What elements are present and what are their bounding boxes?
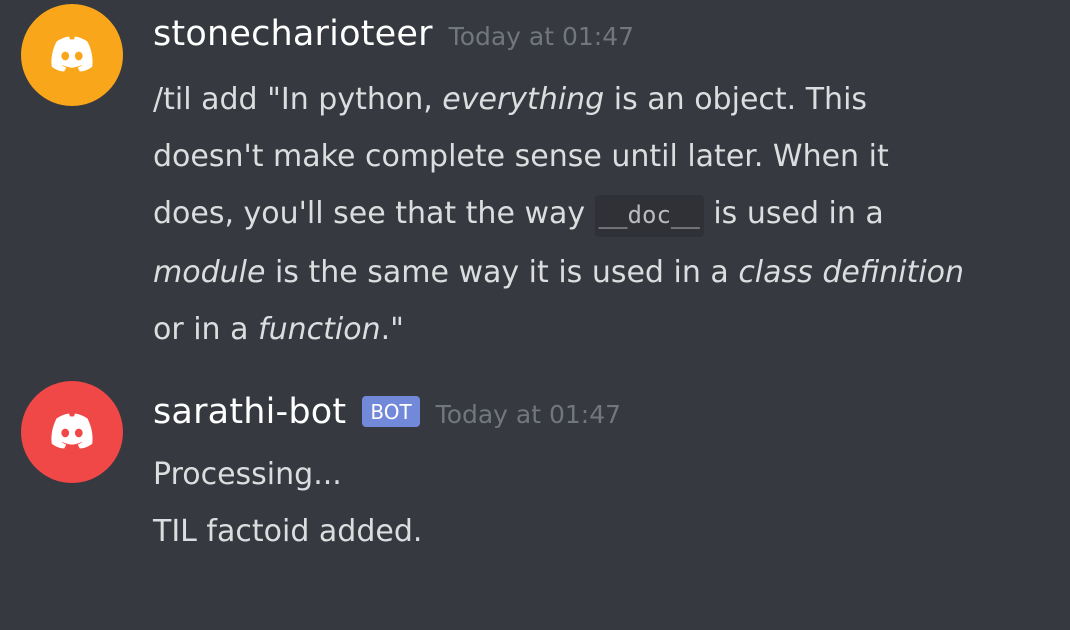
message-line: /til add "In python, everything is an ob… bbox=[153, 71, 1058, 128]
message-line: TIL factoid added. bbox=[153, 514, 423, 549]
message-line: doesn't make complete sense until later.… bbox=[153, 128, 1058, 185]
text-segment: or in a bbox=[153, 312, 259, 347]
italic-text: module bbox=[153, 255, 266, 290]
text-segment: is an object. This bbox=[604, 82, 868, 117]
message-line: module is the same way it is used in a c… bbox=[153, 244, 1058, 301]
text-segment: ." bbox=[380, 312, 404, 347]
italic-text: function bbox=[258, 312, 381, 347]
bot-badge: BOT bbox=[362, 396, 420, 427]
italic-text: class definition bbox=[738, 255, 965, 290]
username[interactable]: stonecharioteer bbox=[153, 14, 433, 54]
message-content: /til add "In python, everything is an ob… bbox=[153, 71, 1058, 358]
message-line: Processing... bbox=[153, 457, 342, 492]
message-line: does, you'll see that the way __doc__ is… bbox=[153, 185, 1058, 244]
avatar[interactable] bbox=[21, 381, 123, 483]
username[interactable]: sarathi-bot bbox=[153, 392, 346, 432]
message-header: stonecharioteer Today at 01:47 bbox=[153, 14, 634, 54]
text-segment: doesn't make complete sense until later.… bbox=[153, 139, 889, 174]
timestamp: Today at 01:47 bbox=[435, 400, 622, 429]
text-segment: is used in a bbox=[703, 196, 884, 231]
text-segment: does, you'll see that the way bbox=[153, 196, 595, 231]
text-segment: /til add "In python, bbox=[153, 82, 443, 117]
avatar[interactable] bbox=[21, 4, 123, 106]
timestamp: Today at 01:47 bbox=[448, 22, 635, 51]
message-header: sarathi-bot BOT Today at 01:47 bbox=[153, 392, 621, 432]
inline-code: __doc__ bbox=[594, 195, 704, 237]
message-content: Processing... TIL factoid added. bbox=[153, 446, 1058, 560]
discord-logo-icon bbox=[51, 413, 93, 449]
text-segment: is the same way it is used in a bbox=[265, 255, 739, 290]
italic-text: everything bbox=[442, 82, 605, 117]
message-line: or in a function." bbox=[153, 301, 1058, 358]
discord-logo-icon bbox=[51, 36, 93, 72]
